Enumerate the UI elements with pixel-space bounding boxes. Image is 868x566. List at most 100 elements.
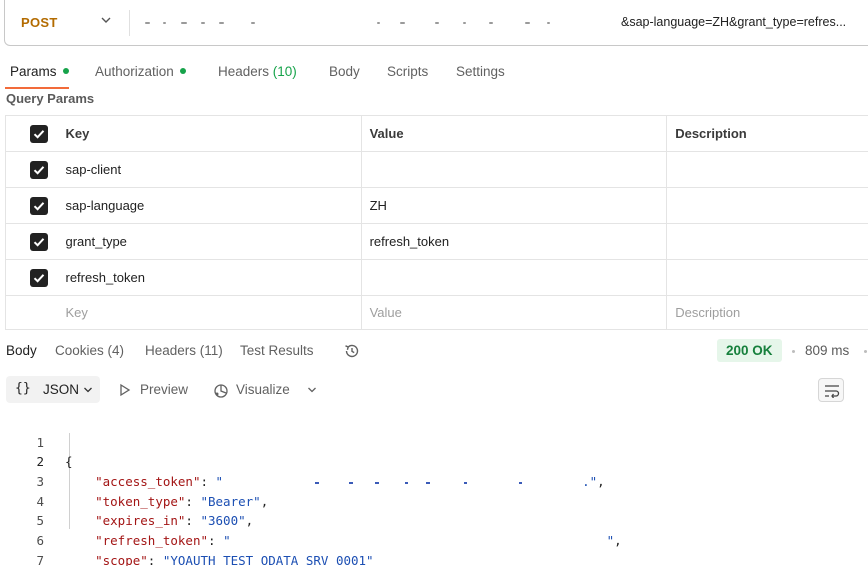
active-tab-indicator bbox=[5, 87, 69, 89]
line-number: 7 bbox=[36, 552, 44, 566]
param-description[interactable] bbox=[666, 259, 868, 296]
code-line: 5 "refresh_token": " ", bbox=[0, 492, 868, 548]
query-params-title: Query Params bbox=[6, 91, 95, 106]
select-all-cell bbox=[5, 115, 54, 152]
url-redacted bbox=[163, 22, 166, 24]
visualize-icon bbox=[214, 384, 228, 398]
column-header-description: Description bbox=[666, 115, 868, 152]
format-select[interactable]: {} JSON bbox=[6, 376, 100, 403]
checkbox-checked-icon[interactable] bbox=[30, 196, 48, 215]
code-line: 1 { bbox=[0, 413, 868, 470]
checkbox-checked-icon[interactable] bbox=[30, 160, 48, 179]
separator-dot bbox=[864, 350, 867, 353]
json-value: "YOAUTH_TEST_ODATA_SRV_0001" bbox=[162, 552, 374, 566]
format-label: JSON bbox=[43, 382, 80, 397]
tab-body[interactable]: Body bbox=[329, 64, 360, 79]
tab-label: Params bbox=[10, 64, 57, 79]
url-divider bbox=[129, 10, 130, 36]
status-badge[interactable]: 200 OK bbox=[717, 339, 782, 362]
new-param-description[interactable]: Description bbox=[666, 295, 868, 330]
table-row: sap-language ZH bbox=[5, 187, 868, 224]
param-value[interactable] bbox=[360, 259, 668, 296]
json-key: "scope" bbox=[95, 552, 148, 566]
code-line: 7 } bbox=[0, 531, 868, 566]
chevron-down-icon[interactable] bbox=[307, 385, 317, 395]
cookies-count: (4) bbox=[107, 343, 125, 358]
tab-label: Cookies bbox=[55, 343, 104, 358]
param-value[interactable]: ZH bbox=[360, 187, 668, 224]
param-description[interactable] bbox=[666, 187, 868, 224]
resp-tab-cookies[interactable]: Cookies (4) bbox=[55, 343, 124, 358]
visualize-button[interactable]: Visualize bbox=[212, 382, 290, 398]
checkbox-checked-icon[interactable] bbox=[30, 124, 48, 143]
resp-headers-count: (11) bbox=[199, 343, 223, 358]
table-row: grant_type refresh_token bbox=[5, 223, 868, 260]
code-text: "scope": "YOAUTH_TEST_ODATA_SRV_0001" bbox=[95, 552, 374, 566]
table-row: refresh_token bbox=[5, 259, 868, 296]
url-bar: POST &sap-language=ZH&grant_type=refres.… bbox=[4, 0, 868, 46]
tab-label: Headers bbox=[145, 343, 197, 358]
param-key[interactable]: sap-language bbox=[53, 187, 362, 224]
param-value[interactable]: refresh_token bbox=[360, 223, 668, 260]
url-redacted bbox=[435, 22, 439, 24]
tab-authorization[interactable]: Authorization bbox=[95, 64, 186, 79]
resp-tab-headers[interactable]: Headers (11) bbox=[145, 343, 223, 358]
param-key[interactable]: sap-client bbox=[53, 151, 362, 188]
url-redacted bbox=[489, 22, 493, 24]
checkbox-checked-icon[interactable] bbox=[30, 268, 48, 287]
visualize-label: Visualize bbox=[236, 382, 290, 397]
method-select[interactable]: POST bbox=[21, 15, 58, 30]
word-wrap-button[interactable] bbox=[818, 378, 844, 402]
empty-checkbox-cell bbox=[5, 295, 54, 330]
tab-settings[interactable]: Settings bbox=[456, 64, 505, 79]
tab-params[interactable]: Params bbox=[10, 64, 69, 79]
param-description[interactable] bbox=[666, 223, 868, 260]
tab-label: Headers bbox=[218, 64, 270, 79]
table-row: sap-client bbox=[5, 151, 868, 188]
resp-tab-body[interactable]: Body bbox=[6, 343, 37, 358]
url-redacted bbox=[400, 22, 405, 24]
separator-dot bbox=[792, 350, 795, 353]
column-header-value: Value bbox=[360, 115, 668, 152]
word-wrap-icon bbox=[825, 385, 840, 398]
url-redacted bbox=[525, 22, 530, 24]
resp-tab-test-results[interactable]: Test Results bbox=[240, 343, 314, 358]
history-icon[interactable] bbox=[343, 342, 361, 360]
headers-count: (10) bbox=[272, 64, 297, 79]
url-redacted bbox=[547, 22, 550, 24]
url-redacted bbox=[251, 22, 255, 24]
tab-scripts[interactable]: Scripts bbox=[387, 64, 428, 79]
chevron-down-icon[interactable] bbox=[99, 13, 113, 27]
chevron-down-icon bbox=[84, 387, 92, 393]
url-redacted bbox=[181, 22, 187, 24]
preview-label: Preview bbox=[140, 382, 189, 397]
code-line: 3 "token_type": "Bearer", bbox=[0, 452, 868, 509]
param-key[interactable]: refresh_token bbox=[53, 259, 362, 296]
response-time[interactable]: 809 ms bbox=[805, 343, 849, 358]
column-header-key: Key bbox=[53, 115, 362, 152]
request-tabs: Params Authorization Headers (10) Body S… bbox=[0, 64, 868, 90]
checkbox-checked-icon[interactable] bbox=[30, 232, 48, 251]
url-redacted bbox=[463, 22, 466, 24]
tab-headers[interactable]: Headers (10) bbox=[218, 64, 297, 79]
url-text[interactable]: &sap-language=ZH&grant_type=refres... bbox=[621, 15, 846, 29]
code-line: 2 "access_token": " .", bbox=[0, 433, 868, 489]
response-body-editor[interactable]: 1 { 2 "access_token": " .", 3 "token_type… bbox=[0, 413, 868, 566]
preview-button[interactable]: Preview bbox=[118, 382, 188, 397]
new-param-value[interactable]: Value bbox=[360, 295, 668, 330]
active-dot-icon bbox=[179, 68, 186, 75]
param-key[interactable]: grant_type bbox=[53, 223, 362, 260]
table-row-new: Key Value Description bbox=[5, 295, 868, 330]
url-redacted bbox=[377, 22, 380, 24]
url-redacted bbox=[145, 22, 150, 24]
play-icon bbox=[120, 383, 131, 397]
table-header-row: Key Value Description bbox=[5, 115, 868, 152]
url-redacted bbox=[219, 22, 224, 24]
param-description[interactable] bbox=[666, 151, 868, 188]
code-line: 4 "expires_in": "3600", bbox=[0, 472, 868, 529]
new-param-key[interactable]: Key bbox=[53, 295, 362, 330]
code-line: 6 "scope": "YOAUTH_TEST_ODATA_SRV_0001" bbox=[0, 511, 868, 566]
url-redacted bbox=[201, 22, 205, 24]
braces-icon: {} bbox=[15, 381, 31, 396]
param-value[interactable] bbox=[360, 151, 668, 188]
